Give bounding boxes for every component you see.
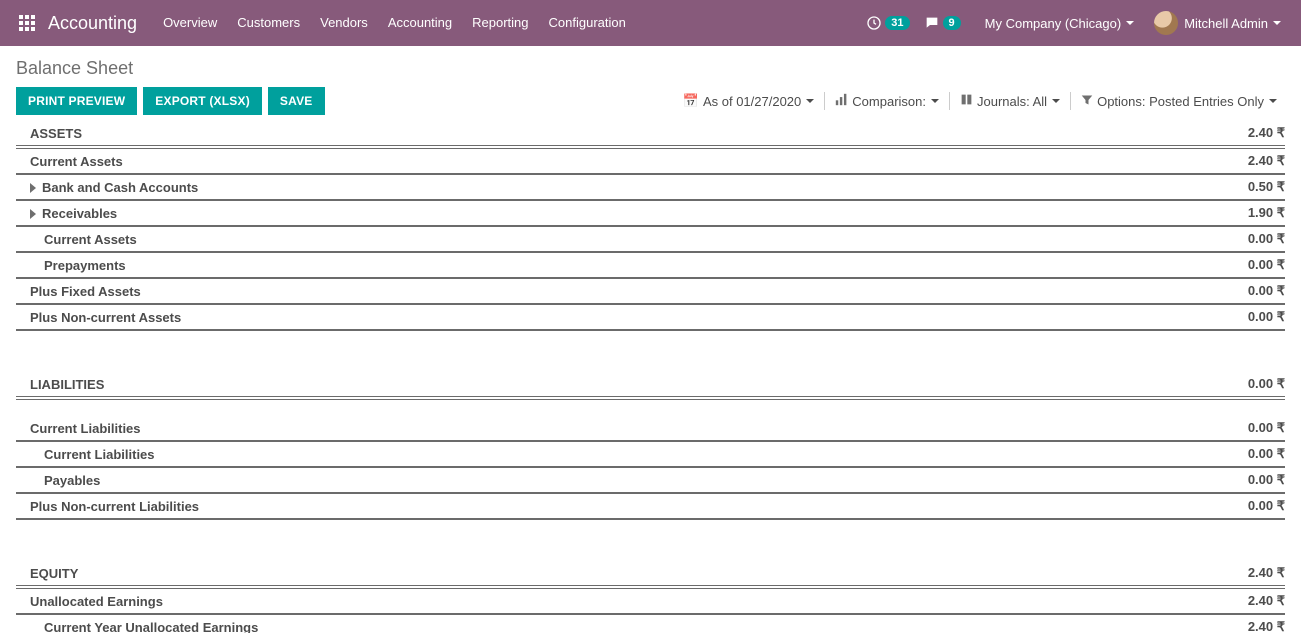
filter-comparison[interactable]: Comparison: xyxy=(827,93,947,109)
menu-vendors[interactable]: Vendors xyxy=(310,0,378,46)
row-value: 0.00 ₹ xyxy=(1248,446,1285,462)
row-noncurrent-liabilities[interactable]: Plus Non-current Liabilities 0.00 ₹ xyxy=(16,494,1285,520)
row-label: Plus Non-current Liabilities xyxy=(16,499,1248,514)
caret-down-icon xyxy=(1273,21,1281,25)
row-unallocated-earnings[interactable]: Unallocated Earnings 2.40 ₹ xyxy=(16,589,1285,615)
filter-journals-label: Journals: All xyxy=(977,94,1047,109)
separator xyxy=(824,92,825,110)
calendar-icon: 📅 xyxy=(683,93,699,109)
row-value: 0.00 ₹ xyxy=(1248,472,1285,488)
user-menu[interactable]: Mitchell Admin xyxy=(1144,11,1291,35)
row-equity[interactable]: EQUITY 2.40 ₹ xyxy=(16,560,1285,589)
activities-count: 31 xyxy=(885,16,909,30)
filter-journals[interactable]: Journals: All xyxy=(952,93,1068,109)
row-current-assets-sub[interactable]: Current Assets 0.00 ₹ xyxy=(16,227,1285,253)
row-current-liabilities-sub[interactable]: Current Liabilities 0.00 ₹ xyxy=(16,442,1285,468)
row-value: 2.40 ₹ xyxy=(1248,619,1285,633)
row-noncurrent-assets[interactable]: Plus Non-current Assets 0.00 ₹ xyxy=(16,305,1285,331)
filter-date-label: As of 01/27/2020 xyxy=(703,94,801,109)
row-label: Prepayments xyxy=(16,258,1248,273)
funnel-icon xyxy=(1081,94,1093,109)
row-value: 0.00 ₹ xyxy=(1248,257,1285,273)
row-prepayments[interactable]: Prepayments 0.00 ₹ xyxy=(16,253,1285,279)
chevron-right-icon[interactable] xyxy=(30,183,36,193)
main-menu: Overview Customers Vendors Accounting Re… xyxy=(153,0,636,46)
row-label: Bank and Cash Accounts xyxy=(16,180,1248,195)
row-label: Current Assets xyxy=(16,154,1248,169)
row-cy-unallocated[interactable]: Current Year Unallocated Earnings 2.40 ₹ xyxy=(16,615,1285,633)
separator xyxy=(1070,92,1071,110)
caret-down-icon xyxy=(806,99,814,103)
row-label: LIABILITIES xyxy=(16,377,1248,392)
row-label: Current Liabilities xyxy=(16,447,1248,462)
menu-overview[interactable]: Overview xyxy=(153,0,227,46)
row-payables[interactable]: Payables 0.00 ₹ xyxy=(16,468,1285,494)
menu-reporting[interactable]: Reporting xyxy=(462,0,538,46)
row-bank-cash[interactable]: Bank and Cash Accounts 0.50 ₹ xyxy=(16,175,1285,201)
caret-down-icon xyxy=(931,99,939,103)
row-value: 0.00 ₹ xyxy=(1248,231,1285,247)
row-value: 2.40 ₹ xyxy=(1248,153,1285,169)
row-value: 2.40 ₹ xyxy=(1248,565,1285,581)
control-panel: Balance Sheet PRINT PREVIEW EXPORT (XLSX… xyxy=(0,46,1301,123)
row-label: ASSETS xyxy=(16,126,1248,141)
filter-options[interactable]: Options: Posted Entries Only xyxy=(1073,94,1285,109)
activities-button[interactable]: 31 xyxy=(866,15,909,31)
filter-date[interactable]: 📅 As of 01/27/2020 xyxy=(675,93,823,109)
row-label: Unallocated Earnings xyxy=(16,594,1248,609)
clock-icon xyxy=(866,15,882,31)
save-button[interactable]: SAVE xyxy=(268,87,325,115)
book-icon xyxy=(960,93,973,109)
row-value: 0.50 ₹ xyxy=(1248,179,1285,195)
chat-icon xyxy=(924,15,940,31)
caret-down-icon xyxy=(1126,21,1134,25)
menu-configuration[interactable]: Configuration xyxy=(539,0,636,46)
print-preview-button[interactable]: PRINT PREVIEW xyxy=(16,87,137,115)
row-label: Current Year Unallocated Earnings xyxy=(16,620,1248,633)
row-fixed-assets[interactable]: Plus Fixed Assets 0.00 ₹ xyxy=(16,279,1285,305)
row-label: Receivables xyxy=(16,206,1248,221)
row-value: 0.00 ₹ xyxy=(1248,376,1285,392)
row-value: 0.00 ₹ xyxy=(1248,420,1285,436)
top-navbar: Accounting Overview Customers Vendors Ac… xyxy=(0,0,1301,46)
apps-icon[interactable] xyxy=(10,15,44,31)
user-name: Mitchell Admin xyxy=(1184,16,1268,31)
report-body[interactable]: ASSETS 2.40 ₹ Current Assets 2.40 ₹ Bank… xyxy=(0,120,1301,633)
separator xyxy=(949,92,950,110)
avatar xyxy=(1154,11,1178,35)
row-label: Plus Non-current Assets xyxy=(16,310,1248,325)
filter-comparison-label: Comparison: xyxy=(852,94,926,109)
row-label: Plus Fixed Assets xyxy=(16,284,1248,299)
menu-customers[interactable]: Customers xyxy=(227,0,310,46)
row-value: 2.40 ₹ xyxy=(1248,593,1285,609)
row-label: Current Assets xyxy=(16,232,1248,247)
row-label: Current Liabilities xyxy=(16,421,1248,436)
caret-down-icon xyxy=(1269,99,1277,103)
row-receivables[interactable]: Receivables 1.90 ₹ xyxy=(16,201,1285,227)
row-value: 0.00 ₹ xyxy=(1248,309,1285,325)
export-xlsx-button[interactable]: EXPORT (XLSX) xyxy=(143,87,262,115)
menu-accounting[interactable]: Accounting xyxy=(378,0,462,46)
caret-down-icon xyxy=(1052,99,1060,103)
app-brand[interactable]: Accounting xyxy=(44,13,153,34)
row-label: Payables xyxy=(16,473,1248,488)
row-current-liabilities[interactable]: Current Liabilities 0.00 ₹ xyxy=(16,416,1285,442)
row-value: 0.00 ₹ xyxy=(1248,283,1285,299)
row-value: 1.90 ₹ xyxy=(1248,205,1285,221)
row-assets[interactable]: ASSETS 2.40 ₹ xyxy=(16,120,1285,149)
row-current-assets[interactable]: Current Assets 2.40 ₹ xyxy=(16,149,1285,175)
chevron-right-icon[interactable] xyxy=(30,209,36,219)
page-title: Balance Sheet xyxy=(16,58,1285,79)
bar-chart-icon xyxy=(835,93,848,109)
company-selector[interactable]: My Company (Chicago) xyxy=(975,16,1145,31)
row-value: 0.00 ₹ xyxy=(1248,498,1285,514)
company-name: My Company (Chicago) xyxy=(985,16,1122,31)
row-label: EQUITY xyxy=(16,566,1248,581)
row-value: 2.40 ₹ xyxy=(1248,125,1285,141)
discuss-count: 9 xyxy=(943,16,961,30)
row-liabilities[interactable]: LIABILITIES 0.00 ₹ xyxy=(16,371,1285,400)
filter-options-label: Options: Posted Entries Only xyxy=(1097,94,1264,109)
discuss-button[interactable]: 9 xyxy=(924,15,961,31)
report-filters: 📅 As of 01/27/2020 Comparison: Journals:… xyxy=(675,92,1285,110)
